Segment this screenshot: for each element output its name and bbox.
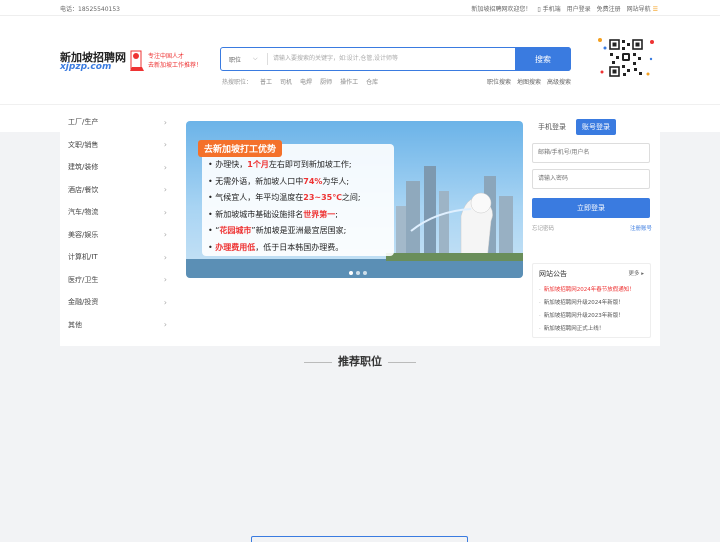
login-link[interactable]: 用户登录 xyxy=(567,4,591,13)
chevron-right-icon: › xyxy=(163,207,167,217)
register-account-link[interactable]: 注册账号 xyxy=(630,224,652,232)
mascot-icon xyxy=(130,50,144,71)
hot-item[interactable]: 电焊 xyxy=(300,77,312,86)
search-category-select[interactable]: 职位 xyxy=(229,55,241,64)
category-item[interactable]: 建筑/装修 › xyxy=(60,156,175,179)
chevron-right-icon: › xyxy=(163,140,167,150)
heading-line xyxy=(388,361,416,363)
notice-title: 网站公告 xyxy=(539,270,567,278)
carousel-dot[interactable] xyxy=(356,271,360,275)
search-input[interactable] xyxy=(273,52,513,66)
category-item[interactable]: 金融/投资 › xyxy=(60,291,175,314)
triangle-right-icon: ▸ xyxy=(641,271,644,277)
search-button[interactable]: 搜索 xyxy=(515,47,571,71)
tab-account-login[interactable]: 账号登录 xyxy=(576,119,616,135)
chevron-right-icon: › xyxy=(163,162,167,172)
logo-slogan: 专注中国人才 去新加坡工作推荐！ xyxy=(148,53,203,69)
notice-item[interactable]: 新加坡招聘网升级2023年新版！ xyxy=(539,310,644,323)
chevron-down-icon[interactable]: ⌵ xyxy=(253,55,258,63)
search-bar: 职位 ⌵ 搜索 xyxy=(220,47,571,71)
banner-text: • 办理快，1个月左右即可到新加坡工作; • 无需外语，新加坡人口中74%为华人… xyxy=(208,160,361,252)
chevron-right-icon: › xyxy=(163,230,167,240)
map-search-link[interactable]: 地图搜索 xyxy=(517,77,541,86)
chevron-right-icon: › xyxy=(163,117,167,127)
mobile-link[interactable]: ▯ 手机端 xyxy=(537,4,560,13)
notice-item[interactable]: 新加坡招聘网正式上线！ xyxy=(539,323,644,336)
more-link[interactable]: 更多 ▸ xyxy=(628,269,644,279)
chevron-right-icon: › xyxy=(163,252,167,262)
search-divider xyxy=(267,53,268,65)
carousel-dot[interactable] xyxy=(363,271,367,275)
chevron-right-icon: › xyxy=(163,275,167,285)
notice-header: 网站公告 更多 ▸ xyxy=(533,264,650,284)
tab-phone-login[interactable]: 手机登录 xyxy=(532,119,572,135)
logo-domain: xjpzp.com xyxy=(60,62,112,72)
category-list: 工厂/生产 › 文职/销售 › 建筑/装修 › 酒店/餐饮 › 汽车/物流 › 美容/娱乐… xyxy=(60,111,175,336)
category-item[interactable]: 文职/销售 › xyxy=(60,134,175,157)
recommended-jobs-heading: 推荐职位 xyxy=(0,353,720,369)
hot-item[interactable]: 仓库 xyxy=(366,77,378,86)
top-links: 新加坡招聘网欢迎您！ ▯ 手机端 用户登录 免费注册 网站导航 ☰ xyxy=(471,4,658,13)
site-logo[interactable]: 新加坡招聘网 xjpzp.com 专注中国人才 去新加坡工作推荐！ xyxy=(60,49,210,77)
category-item[interactable]: 计算机/IT › xyxy=(60,246,175,269)
notice-list: 新加坡招聘网2024年春节放假通知！ 新加坡招聘网升级2024年新版！ 新加坡招… xyxy=(533,284,650,336)
hot-item[interactable]: 普工 xyxy=(260,77,272,86)
register-link[interactable]: 免费注册 xyxy=(597,4,621,13)
login-button[interactable]: 立即登录 xyxy=(532,198,650,218)
sitemap-link[interactable]: 网站导航 ☰ xyxy=(627,4,658,13)
top-bar: 电话：18525540153 新加坡招聘网欢迎您！ ▯ 手机端 用户登录 免费注… xyxy=(0,0,720,16)
qr-code-icon xyxy=(598,38,654,78)
password-field[interactable] xyxy=(532,169,650,189)
advanced-search-link[interactable]: 高级搜索 xyxy=(547,77,571,86)
login-panel: 手机登录 账号登录 立即登录 忘记密码 注册账号 xyxy=(532,119,652,237)
welcome-text: 新加坡招聘网欢迎您！ xyxy=(471,6,532,13)
hot-searches: 热搜职位： 普工 司机 电焊 厨师 操作工 仓库 xyxy=(222,77,378,86)
heading-line xyxy=(304,361,332,363)
banner-tag: 去新加坡打工优势 xyxy=(198,140,283,157)
hot-item[interactable]: 厨师 xyxy=(320,77,332,86)
header: 新加坡招聘网 xjpzp.com 专注中国人才 去新加坡工作推荐！ 职位 ⌵ 搜… xyxy=(0,16,720,104)
login-tabs: 手机登录 账号登录 xyxy=(532,119,652,135)
chevron-right-icon: › xyxy=(163,185,167,195)
category-item[interactable]: 医疗/卫生 › xyxy=(60,269,175,292)
category-item[interactable]: 美容/娱乐 › xyxy=(60,224,175,247)
hot-item[interactable]: 司机 xyxy=(280,77,292,86)
job-search-link[interactable]: 职位搜索 xyxy=(487,77,511,86)
chevron-right-icon: › xyxy=(163,320,167,330)
notice-board: 网站公告 更多 ▸ 新加坡招聘网2024年春节放假通知！ 新加坡招聘网升级202… xyxy=(532,263,651,338)
login-links: 忘记密码 注册账号 xyxy=(532,224,652,232)
category-item[interactable]: 酒店/餐饮 › xyxy=(60,179,175,202)
notice-item[interactable]: 新加坡招聘网升级2024年新版！ xyxy=(539,297,644,310)
quick-search-links: 职位搜索 地图搜索 高级搜索 xyxy=(487,77,571,86)
carousel-dots xyxy=(349,271,367,275)
forgot-password-link[interactable]: 忘记密码 xyxy=(532,224,554,232)
menu-icon: ☰ xyxy=(652,6,658,13)
notice-item[interactable]: 新加坡招聘网2024年春节放假通知！ xyxy=(539,284,644,297)
username-field[interactable] xyxy=(532,143,650,163)
bottom-frame xyxy=(251,536,468,542)
carousel-dot[interactable] xyxy=(349,271,353,275)
hero-banner[interactable]: 去新加坡打工优势 • 办理快，1个月左右即可到新加坡工作; • 无需外语，新加坡… xyxy=(186,121,523,278)
chevron-right-icon: › xyxy=(163,297,167,307)
hot-label: 热搜职位： xyxy=(222,79,253,86)
contact-phone: 电话：18525540153 xyxy=(60,6,120,13)
hot-item[interactable]: 操作工 xyxy=(340,77,358,86)
category-item[interactable]: 其他 › xyxy=(60,314,175,337)
category-item[interactable]: 工厂/生产 › xyxy=(60,111,175,134)
main-panel: 工厂/生产 › 文职/销售 › 建筑/装修 › 酒店/餐饮 › 汽车/物流 › 美容/娱乐… xyxy=(60,111,660,346)
category-item[interactable]: 汽车/物流 › xyxy=(60,201,175,224)
